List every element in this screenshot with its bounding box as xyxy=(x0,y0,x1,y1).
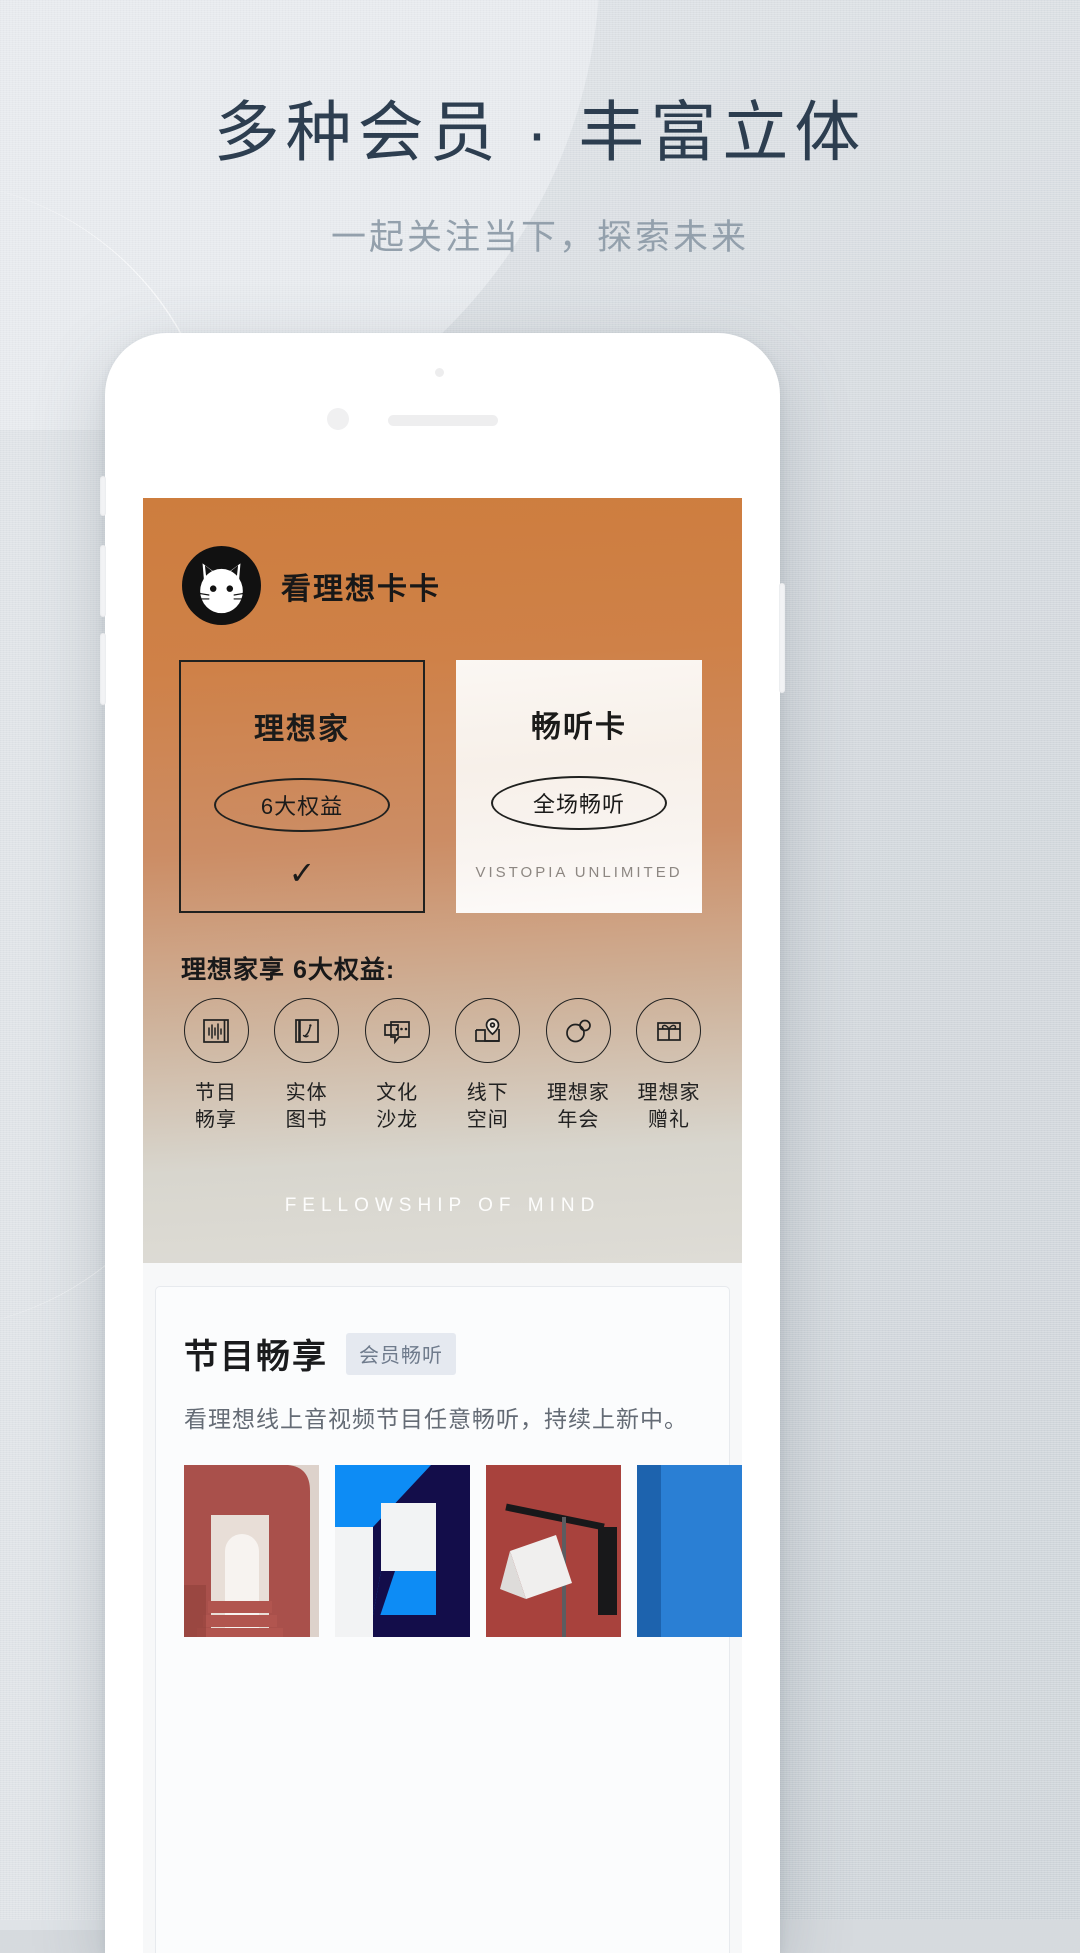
plan-card-list: 理想家 6大权益 ✓ 畅听卡 全场畅听 VISTOPIA UNLIMITED xyxy=(179,660,702,913)
plan-tag-label: 6大权益 xyxy=(260,794,344,819)
benefit-item-space[interactable]: 线下 空间 xyxy=(446,998,530,1133)
plan-tag-badge: 全场畅听 xyxy=(491,776,667,830)
overlapping-circles-icon xyxy=(545,998,611,1063)
page-subtitle: 一起关注当下，探索未来 xyxy=(330,217,749,257)
map-pin-icon xyxy=(455,998,521,1063)
panel-description: 看理想线上音视频节目任意畅听，持续上新中。 xyxy=(184,1406,688,1432)
status-badge: 会员畅听 xyxy=(346,1332,456,1375)
plan-name: 畅听卡 xyxy=(531,711,627,744)
plan-name: 理想家 xyxy=(254,713,350,746)
cat-logo-icon xyxy=(182,546,261,625)
benefit-item-annual-meeting[interactable]: 理想家 年会 xyxy=(536,998,620,1133)
brand-title: 看理想卡卡 xyxy=(281,572,441,606)
book-icon xyxy=(274,998,340,1063)
red-archway-thumbnail[interactable] xyxy=(184,1465,319,1637)
phone-volume-up-button xyxy=(100,545,106,617)
phone-sensor-dot xyxy=(435,368,444,377)
blue-cube-thumbnail[interactable] xyxy=(335,1465,470,1637)
benefit-label: 节目 畅享 xyxy=(195,1082,237,1131)
plan-tag-label: 全场畅听 xyxy=(532,792,625,817)
benefit-item-program[interactable]: 节目 畅享 xyxy=(174,998,258,1133)
phone-mockup: 看理想卡卡 理想家 6大权益 ✓ 畅听卡 全场畅听 VISTOPIA UNLIM… xyxy=(100,333,785,1953)
blue-edge-thumbnail[interactable] xyxy=(637,1465,742,1637)
benefit-item-gift[interactable]: 理想家 赠礼 xyxy=(627,998,711,1133)
panel-header: 节目畅享 会员畅听 xyxy=(156,1287,729,1378)
plan-selected-check-icon: ✓ xyxy=(288,855,316,891)
benefit-label: 理想家 赠礼 xyxy=(637,1082,701,1131)
benefits-title: 理想家享 6大权益: xyxy=(181,956,396,984)
page-title: 多种会员 · 丰富立体 xyxy=(213,95,867,169)
benefit-label: 理想家 年会 xyxy=(546,1082,610,1131)
plan-tag-badge: 6大权益 xyxy=(214,778,390,832)
benefit-label: 线下 空间 xyxy=(466,1082,509,1131)
phone-volume-down-button xyxy=(100,633,106,705)
benefit-label: 文化 沙龙 xyxy=(376,1082,419,1131)
hero-footer-tagline: FELLOWSHIP OF MIND xyxy=(284,1195,601,1216)
audio-waveform-icon xyxy=(183,998,249,1063)
phone-screen: 看理想卡卡 理想家 6大权益 ✓ 畅听卡 全场畅听 VISTOPIA UNLIM… xyxy=(143,498,742,1953)
membership-hero: 看理想卡卡 理想家 6大权益 ✓ 畅听卡 全场畅听 VISTOPIA UNLIM… xyxy=(143,498,742,1263)
program-thumbnail-list xyxy=(156,1434,742,1637)
phone-mute-switch xyxy=(100,476,106,516)
phone-earpiece xyxy=(388,415,498,426)
phone-power-button xyxy=(779,583,785,693)
gift-box-icon xyxy=(636,998,702,1063)
benefits-row: 节目 畅享 实体 图书 文化 沙龙 线下 空间 理想家 年会 理想家 赠礼 xyxy=(174,998,711,1133)
benefit-item-book[interactable]: 实体 图书 xyxy=(265,998,349,1133)
panel-title: 节目畅享 xyxy=(184,1338,328,1376)
phone-front-camera xyxy=(327,408,349,430)
plan-footnote: VISTOPIA UNLIMITED xyxy=(475,864,683,881)
red-balance-thumbnail[interactable] xyxy=(486,1465,621,1637)
program-panel: 节目畅享 会员畅听 看理想线上音视频节目任意畅听，持续上新中。 xyxy=(155,1286,742,1953)
plan-card-lixiangjia[interactable]: 理想家 6大权益 ✓ xyxy=(179,660,425,913)
benefit-label: 实体 图书 xyxy=(285,1082,328,1131)
brand-row: 看理想卡卡 xyxy=(182,546,441,625)
plan-card-changtingka[interactable]: 畅听卡 全场畅听 VISTOPIA UNLIMITED xyxy=(456,660,702,913)
benefit-item-salon[interactable]: 文化 沙龙 xyxy=(355,998,439,1133)
speech-bubbles-icon xyxy=(364,998,430,1063)
poster-header: 多种会员 · 丰富立体 一起关注当下，探索未来 xyxy=(0,96,1080,260)
